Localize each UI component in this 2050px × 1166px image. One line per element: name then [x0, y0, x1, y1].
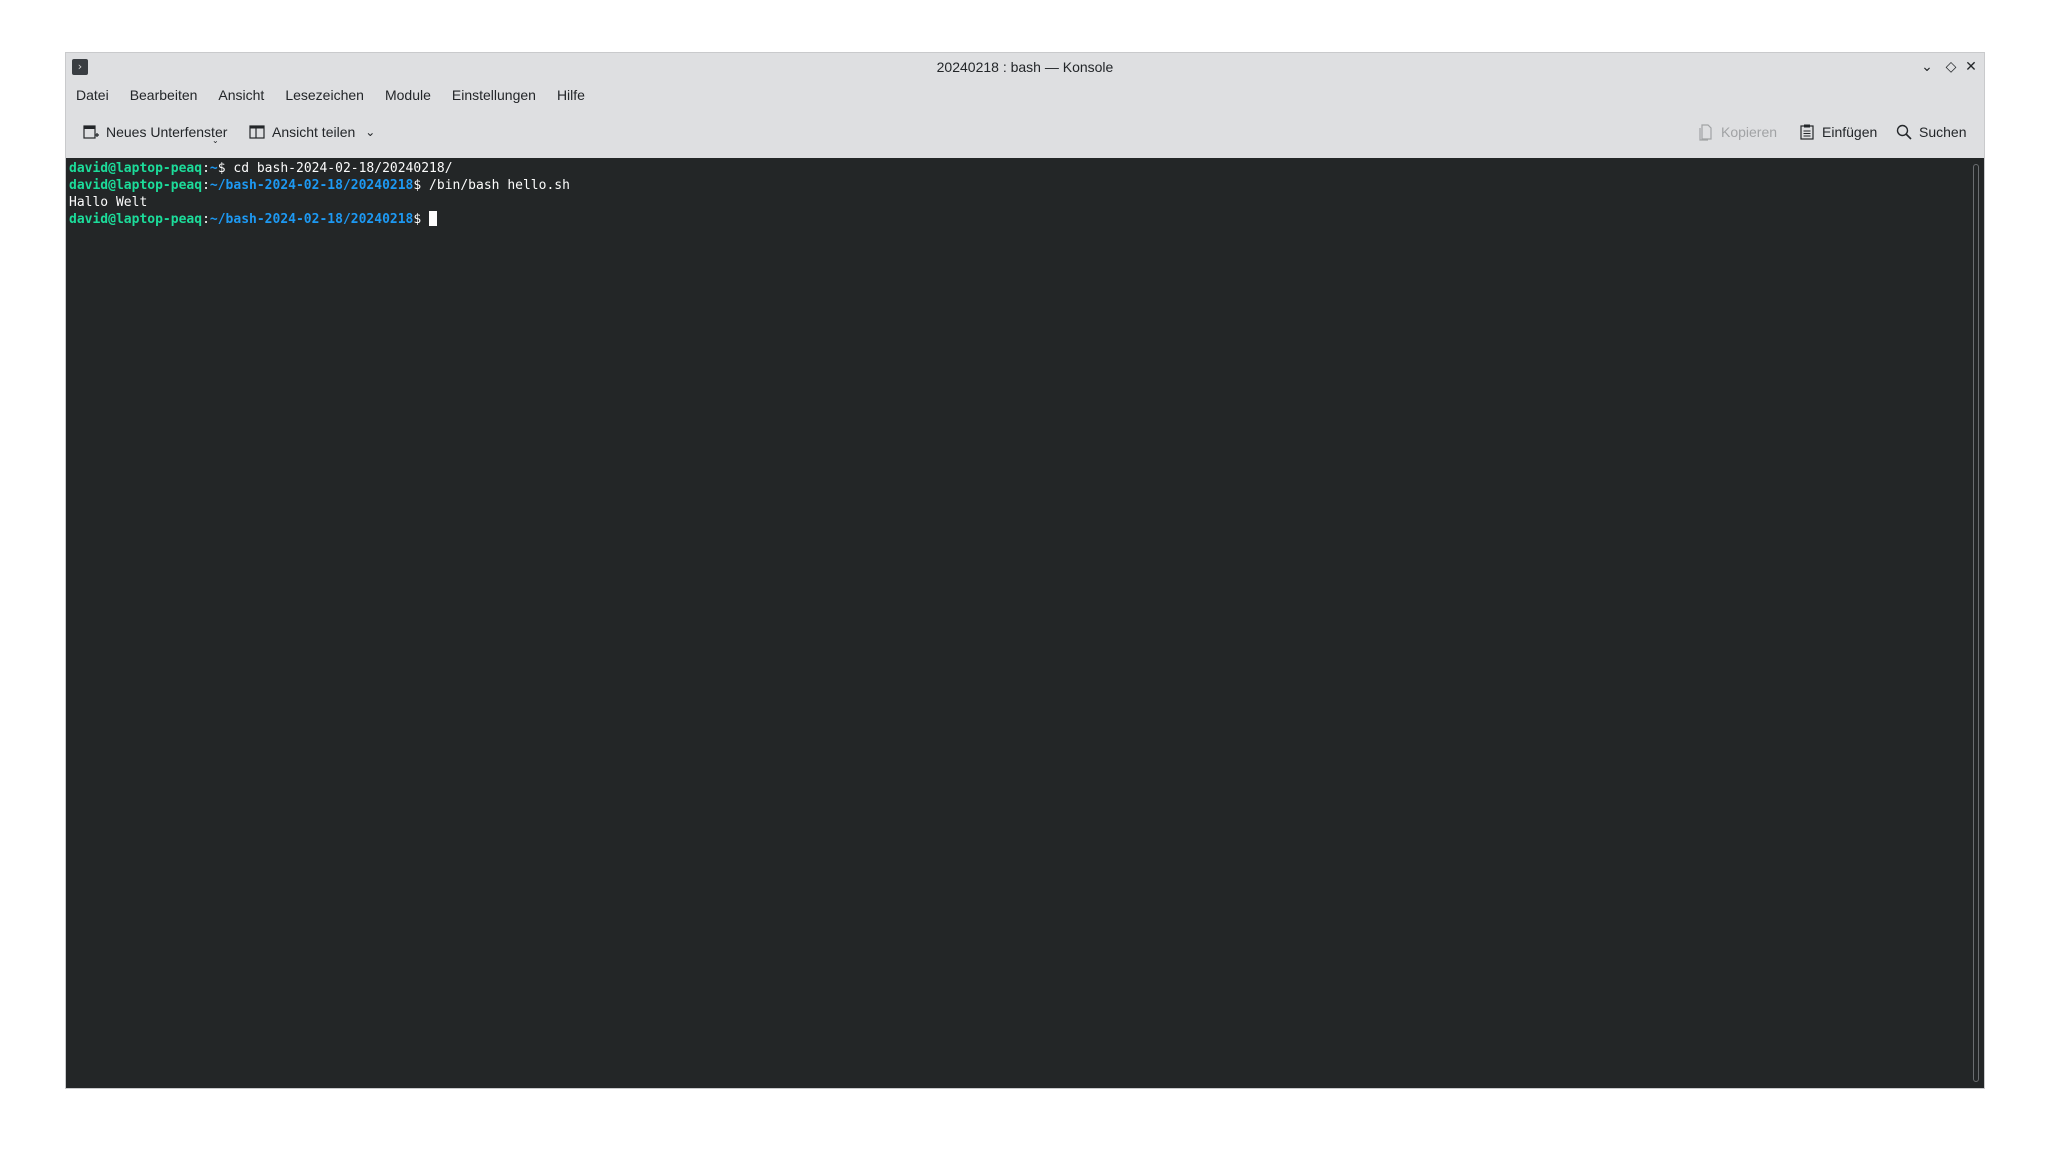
new-tab-button[interactable]: Neues Unterfenster: [82, 117, 227, 147]
terminal-line: Hallo Welt: [69, 194, 570, 211]
new-tab-dropdown-arrow-icon[interactable]: ⌄: [212, 136, 219, 145]
split-view-label: Ansicht teilen: [272, 124, 356, 140]
terminal-view[interactable]: david@laptop-peaq:~$ cd bash-2024-02-18/…: [66, 158, 1984, 1088]
terminal-line: david@laptop-peaq:~/bash-2024-02-18/2024…: [69, 211, 570, 228]
menu-lesezeichen[interactable]: Lesezeichen: [285, 83, 364, 107]
split-view-button[interactable]: Ansicht teilen ⌄: [248, 117, 375, 147]
search-button[interactable]: Suchen: [1895, 117, 1966, 147]
menu-datei[interactable]: Datei: [76, 83, 109, 107]
prompt-path: ~: [209, 161, 218, 176]
split-view-icon: [248, 123, 266, 141]
search-label: Suchen: [1919, 124, 1967, 140]
konsole-window: › 20240218 : bash — Konsole ⌄ ◇ ✕ Datei …: [66, 53, 1984, 1088]
menu-bearbeiten[interactable]: Bearbeiten: [130, 83, 198, 107]
title-bar[interactable]: › 20240218 : bash — Konsole ⌄ ◇ ✕: [66, 53, 1984, 81]
prompt-separator: :: [202, 178, 210, 193]
menu-hilfe[interactable]: Hilfe: [557, 83, 585, 107]
copy-button[interactable]: Kopieren: [1697, 117, 1777, 147]
menu-einstellungen[interactable]: Einstellungen: [452, 83, 536, 107]
command-text: cd bash-2024-02-18/20240218/: [233, 161, 453, 176]
prompt-user-host: david@laptop-peaq: [69, 178, 203, 193]
terminal-line: david@laptop-peaq:~/bash-2024-02-18/2024…: [69, 177, 570, 194]
toolbar: Neues Unterfenster ⌄ Ansicht teilen ⌄ Ko…: [66, 117, 1984, 147]
paste-label: Einfügen: [1822, 124, 1878, 140]
copy-icon: [1697, 123, 1715, 141]
text-cursor: [429, 211, 438, 226]
copy-label: Kopieren: [1721, 124, 1778, 140]
window-title: 20240218 : bash — Konsole: [936, 59, 1114, 75]
minimize-icon[interactable]: ⌄: [1918, 58, 1936, 76]
close-icon[interactable]: ✕: [1962, 58, 1980, 76]
prompt-separator: :: [202, 212, 210, 227]
new-tab-label: Neues Unterfenster: [106, 124, 228, 140]
menu-bar: Datei Bearbeiten Ansicht Lesezeichen Mod…: [66, 83, 1984, 107]
terminal-line: david@laptop-peaq:~$ cd bash-2024-02-18/…: [69, 160, 570, 177]
command-output: Hallo Welt: [69, 195, 148, 210]
prompt-symbol: $: [413, 178, 430, 193]
search-icon: [1895, 123, 1913, 141]
prompt-separator: :: [202, 161, 210, 176]
prompt-user-host: david@laptop-peaq: [69, 161, 203, 176]
menu-ansicht[interactable]: Ansicht: [218, 83, 264, 107]
menu-module[interactable]: Module: [385, 83, 431, 107]
prompt-symbol: $: [413, 212, 430, 227]
prompt-user-host: david@laptop-peaq: [69, 212, 203, 227]
command-text: /bin/bash hello.sh: [429, 178, 570, 193]
new-tab-icon: [82, 123, 100, 141]
chevron-down-icon[interactable]: ⌄: [365, 125, 375, 139]
vertical-scrollbar[interactable]: [1973, 164, 1979, 1082]
terminal-output: david@laptop-peaq:~$ cd bash-2024-02-18/…: [69, 160, 570, 228]
paste-button[interactable]: Einfügen: [1798, 117, 1877, 147]
paste-icon: [1798, 123, 1816, 141]
maximize-icon[interactable]: ◇: [1942, 58, 1960, 76]
prompt-path: ~/bash-2024-02-18/20240218: [209, 178, 414, 193]
prompt-path: ~/bash-2024-02-18/20240218: [209, 212, 414, 227]
prompt-symbol: $: [217, 161, 234, 176]
